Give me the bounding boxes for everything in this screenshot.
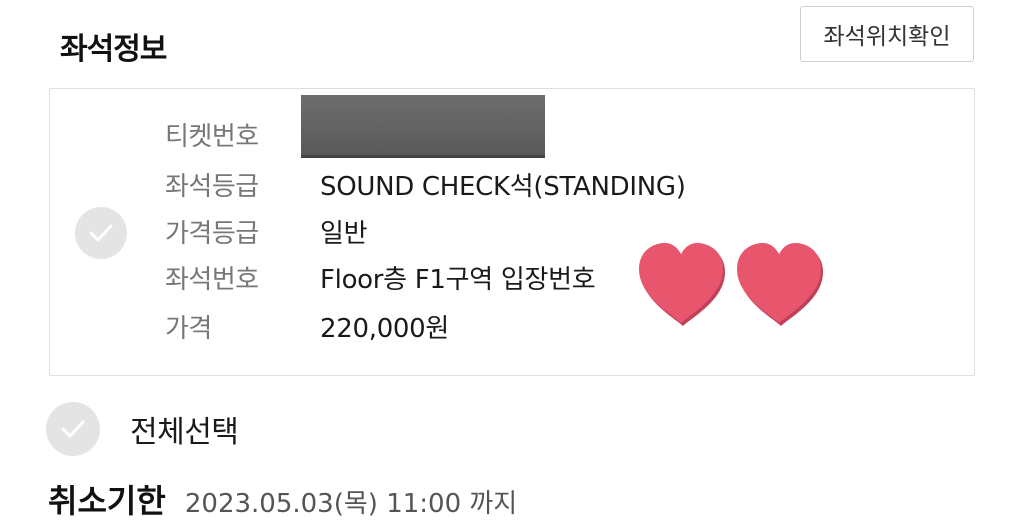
select-all-label: 전체선택 <box>130 415 239 450</box>
check-icon <box>61 420 85 438</box>
ticket-number-label: 티켓번호 <box>165 121 259 152</box>
seat-info-card: 티켓번호 좌석등급 SOUND CHECK석(STANDING) 가격등급 일반… <box>49 88 975 376</box>
seat-grade-value: SOUND CHECK석(STANDING) <box>320 171 686 202</box>
price-label: 가격 <box>165 313 212 344</box>
check-icon <box>89 224 113 242</box>
cancel-deadline-label: 취소기한 <box>48 482 166 520</box>
heart-icon <box>639 243 725 326</box>
heart-icon <box>737 243 823 326</box>
price-grade-label: 가격등급 <box>165 218 259 249</box>
ticket-number-row: 티켓번호 <box>165 114 320 154</box>
ticket-number-redaction <box>301 95 545 158</box>
seat-location-button[interactable]: 좌석위치확인 <box>800 6 974 62</box>
cancel-deadline-value: 2023.05.03(목) 11:00 까지 <box>184 489 518 519</box>
seat-number-value: Floor층 F1구역 입장번호 <box>320 264 596 295</box>
ticket-select-checkbox[interactable] <box>75 207 127 259</box>
seat-info-title: 좌석정보 <box>60 32 167 67</box>
cancel-deadline: 취소기한 2023.05.03(목) 11:00 까지 <box>48 476 517 522</box>
seat-grade-label: 좌석등급 <box>165 171 259 202</box>
seat-number-label: 좌석번호 <box>165 264 259 295</box>
seat-grade-row: 좌석등급 SOUND CHECK석(STANDING) <box>165 164 686 204</box>
seat-number-row: 좌석번호 Floor층 F1구역 입장번호 <box>165 257 596 297</box>
price-grade-row: 가격등급 일반 <box>165 211 368 251</box>
price-value: 220,000원 <box>320 313 450 344</box>
price-grade-value: 일반 <box>320 218 368 249</box>
select-all-control[interactable]: 전체선택 <box>46 402 239 456</box>
price-row: 가격 220,000원 <box>165 306 449 346</box>
select-all-checkbox[interactable] <box>46 402 100 456</box>
